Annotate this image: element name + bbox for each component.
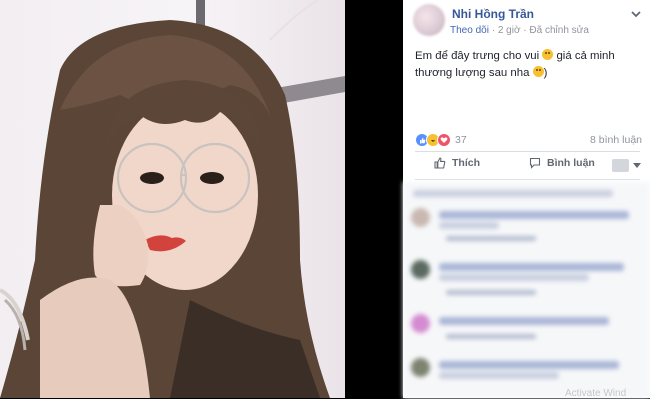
comment-button[interactable]: Bình luận (529, 157, 595, 169)
meta-separator: · (491, 25, 496, 36)
blurred-text (446, 334, 536, 339)
photo-viewer: Nhi Hồng Trần Theo dõi · 2 giờ · Đã chỉn… (0, 0, 650, 399)
reactions-summary[interactable]: 37 (415, 133, 467, 147)
post-time[interactable]: 2 giờ (498, 25, 521, 36)
options-chevron-icon[interactable] (630, 8, 642, 20)
divider (415, 179, 640, 180)
edited-label[interactable]: Đã chỉnh sửa (529, 25, 589, 36)
post-text-part: Em để đây trưng cho vui (415, 50, 540, 62)
action-bar: Thích Bình luận (403, 152, 650, 178)
smile-emoji-icon (542, 49, 554, 60)
author-avatar[interactable] (413, 4, 445, 36)
comments-count[interactable]: 8 bình luận (590, 134, 642, 146)
like-label: Thích (452, 157, 480, 169)
page-selector-button[interactable] (612, 158, 642, 172)
thumbs-up-icon (434, 157, 446, 169)
photo-illustration (0, 0, 345, 398)
blurred-text (439, 361, 619, 369)
dropdown-arrow-icon (633, 162, 641, 168)
blurred-text (439, 211, 629, 219)
post-text: Em để đây trưng cho vui giá cả minh thươ… (415, 48, 640, 82)
activate-windows-watermark: Activate Wind (565, 388, 627, 399)
blurred-text (446, 290, 536, 295)
comment-bubble-icon (529, 157, 541, 169)
follow-link[interactable]: Theo dõi (450, 25, 489, 36)
laugh-emoji-icon (532, 66, 544, 77)
commenter-avatar (411, 314, 430, 333)
blurred-text (439, 263, 624, 271)
post-panel: Nhi Hồng Trần Theo dõi · 2 giờ · Đã chỉn… (403, 0, 650, 398)
page-avatar (612, 158, 629, 172)
post-text-part: ) (543, 67, 548, 79)
love-icon (437, 133, 451, 147)
blurred-text (439, 274, 589, 281)
post-meta: Theo dõi · 2 giờ · Đã chỉnh sửa (450, 25, 589, 36)
blurred-text (439, 372, 559, 379)
blurred-text (413, 190, 613, 197)
reaction-count: 37 (455, 134, 467, 146)
post-header: Nhi Hồng Trần Theo dõi · 2 giờ · Đã chỉn… (403, 0, 650, 40)
commenter-avatar (411, 208, 430, 227)
blurred-text (439, 222, 499, 229)
blurred-text (446, 236, 536, 241)
blurred-text (439, 317, 609, 325)
author-name[interactable]: Nhi Hồng Trần (452, 7, 534, 21)
meta-separator: · (523, 25, 527, 36)
like-button[interactable]: Thích (434, 157, 480, 169)
commenter-avatar (411, 260, 430, 279)
comment-label: Bình luận (547, 157, 595, 169)
post-photo[interactable] (0, 0, 345, 398)
photo-stage (0, 0, 403, 398)
commenter-avatar (411, 358, 430, 377)
comments-section (403, 182, 650, 398)
